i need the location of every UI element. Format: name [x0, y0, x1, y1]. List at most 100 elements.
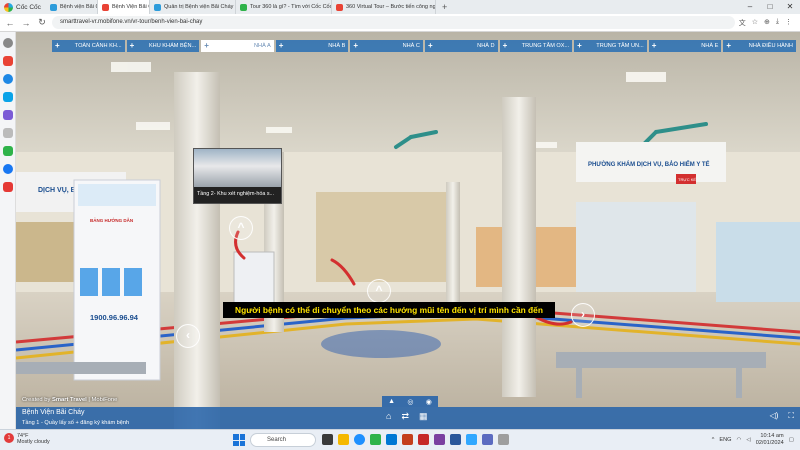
url-input[interactable]: smarttravel-vr.mobifone.vn/vr-tour/benh-… — [52, 16, 735, 29]
sidebar-app-icon[interactable] — [2, 110, 13, 120]
scene-menu-label: TRUNG TÂM OX... — [521, 43, 570, 49]
premiere-icon[interactable] — [434, 434, 445, 445]
tray-chevron-icon[interactable]: ^ — [712, 437, 715, 443]
browser-tab[interactable]: Quản trị Bệnh viện Bãi Cháy× — [150, 0, 236, 14]
sidebar-red-icon[interactable] — [2, 182, 13, 192]
sound-icon[interactable]: ◁) — [770, 411, 779, 421]
extensions-icon[interactable]: ⊕ — [764, 18, 770, 28]
download-icon[interactable]: ⤓ — [776, 18, 779, 28]
translate-icon[interactable]: 文 — [739, 18, 746, 28]
browser-tab[interactable]: Bệnh Viện Bãi Cháy× — [98, 0, 150, 14]
clock[interactable]: 10:14 am 02/01/2024 — [756, 433, 784, 446]
messenger-icon[interactable] — [2, 74, 13, 84]
browser-brand[interactable]: Cốc Cốc — [0, 2, 46, 12]
expand-plus-icon[interactable]: + — [130, 40, 135, 52]
hotspot-right-arrow[interactable]: › — [571, 303, 595, 327]
teams-icon[interactable] — [482, 434, 493, 445]
pillar-right — [502, 97, 536, 397]
expand-plus-icon[interactable]: + — [726, 40, 731, 52]
scene-menu-label: NHÀ D — [477, 43, 495, 49]
panorama-viewer[interactable]: DỊCH VỤ, BẢO HIỂM Y TẾ BẢNG HƯỚNG DẪN 19… — [16, 32, 800, 429]
facebook-icon[interactable] — [2, 164, 13, 174]
hotspot-forward-arrow[interactable]: ^ — [367, 279, 391, 303]
browser-tab[interactable]: Bệnh viện Bãi Cháy× — [46, 0, 98, 14]
scene-menu-item[interactable]: + NHÀ ĐIỀU HÀNH — [723, 40, 796, 52]
edge-icon[interactable] — [354, 434, 365, 445]
scene-menu-item[interactable]: + NHÀ D — [424, 40, 498, 52]
expand-plus-icon[interactable]: + — [204, 40, 209, 52]
coccoc-taskbar-icon[interactable] — [370, 434, 381, 445]
windows-start-icon[interactable] — [233, 434, 245, 446]
mail-icon[interactable] — [386, 434, 397, 445]
hotspot-up-arrow[interactable]: ^ — [229, 216, 253, 240]
history-icon[interactable] — [2, 38, 13, 48]
scene-menu-item[interactable]: + TRUNG TÂM OX... — [499, 40, 573, 52]
forward-icon[interactable]: → — [20, 18, 32, 28]
scene-menu-item[interactable]: + NHÀ E — [648, 40, 722, 52]
scene-menu-item[interactable]: + NHÀ C — [350, 40, 423, 52]
expand-plus-icon[interactable]: + — [652, 40, 657, 52]
add-sidebar-icon[interactable] — [2, 128, 13, 138]
powerpoint-icon[interactable] — [402, 434, 413, 445]
task-view-icon[interactable] — [322, 434, 333, 445]
tab-favicon-icon — [336, 3, 343, 11]
coccoc-app-icon[interactable] — [2, 56, 13, 66]
credit-brand[interactable]: Smart Travel — [52, 397, 87, 403]
map-icon[interactable]: ▦ — [419, 411, 428, 422]
language-indicator[interactable]: ENG — [719, 437, 731, 443]
rotate-icon[interactable]: ⇄ — [401, 411, 409, 422]
file-explorer-icon[interactable] — [338, 434, 349, 445]
right-controls: ◁) ⛶ — [770, 411, 794, 421]
panorama-scene[interactable]: DỊCH VỤ, BẢO HIỂM Y TẾ BẢNG HƯỚNG DẪN 19… — [16, 32, 800, 429]
expand-plus-icon[interactable]: + — [55, 40, 60, 52]
hotspot-left-arrow[interactable]: ‹ — [176, 324, 200, 348]
scene-preview-thumbnail[interactable]: Tầng 2- Khu xét nghiệm-hóa s... — [193, 148, 282, 204]
scene-menu: + TOÀN CẢNH KH... + KHU KHÁM BỆN... + NHÀ A + N… — [52, 40, 796, 52]
zalo-icon[interactable] — [2, 92, 13, 102]
expand-plus-icon[interactable]: + — [353, 40, 358, 52]
photoshop-icon[interactable] — [466, 434, 477, 445]
notification-icon[interactable]: ▢ — [789, 437, 794, 443]
browser-tab[interactable]: 360 Virtual Tour – Bước tiến công nghệ× — [332, 0, 436, 14]
sidebar-green-icon[interactable] — [2, 146, 13, 156]
minimize-icon[interactable]: – — [740, 0, 760, 14]
scene-menu-item[interactable]: + KHU KHÁM BỆN... — [126, 40, 200, 52]
notice-board — [16, 222, 76, 282]
navigation-controls: ⌂ ⇄ ▦ — [386, 411, 428, 422]
reload-icon[interactable]: ↻ — [36, 17, 48, 28]
scene-menu-item[interactable]: + NHÀ B — [275, 40, 349, 52]
vr-icon[interactable]: ◉ — [426, 398, 432, 406]
volume-icon[interactable]: ◁ — [746, 437, 750, 443]
maximize-icon[interactable]: □ — [760, 0, 780, 14]
tab-favicon-icon — [102, 3, 109, 11]
wifi-icon[interactable]: ◠ — [737, 437, 742, 443]
close-window-icon[interactable]: ✕ — [780, 0, 800, 14]
scene-menu-item[interactable]: + NHÀ A — [201, 40, 274, 52]
scene-menu-label: NHÀ E — [701, 43, 719, 49]
settings-icon[interactable] — [498, 434, 509, 445]
pdf-icon[interactable] — [418, 434, 429, 445]
expand-plus-icon[interactable]: + — [503, 40, 508, 52]
word-icon[interactable] — [450, 434, 461, 445]
weather-widget[interactable]: 1 74°F Mostly cloudy — [4, 433, 50, 446]
tab-label: Tour 360 là gì? - Tìm với Cốc Cốc — [250, 4, 332, 10]
back-icon[interactable]: ← — [4, 18, 16, 28]
tab-favicon-icon — [154, 3, 161, 11]
standee-header — [78, 184, 156, 206]
new-tab-button[interactable]: + — [436, 2, 453, 12]
taskbar-search-input[interactable]: Search — [250, 433, 316, 447]
expand-plus-icon[interactable]: + — [279, 40, 284, 52]
globe-icon[interactable]: ◎ — [407, 398, 413, 406]
browser-tab[interactable]: Tour 360 là gì? - Tìm với Cốc Cốc× — [236, 0, 332, 14]
floor-logo — [321, 330, 441, 358]
scene-menu-item[interactable]: + TRUNG TÂM UN... — [574, 40, 647, 52]
expand-plus-icon[interactable]: + — [428, 40, 433, 52]
expand-plus-icon[interactable]: + — [577, 40, 582, 52]
scene-menu-item[interactable]: + TOÀN CẢNH KH... — [52, 40, 125, 52]
thumbnails-icon[interactable]: ▲ — [388, 398, 395, 405]
bookmark-star-icon[interactable]: ☆ — [752, 18, 758, 28]
menu-icon[interactable]: ⋮ — [785, 18, 792, 28]
tab-favicon-icon — [50, 3, 57, 11]
fullscreen-icon[interactable]: ⛶ — [788, 411, 794, 421]
home-icon[interactable]: ⌂ — [386, 411, 391, 422]
